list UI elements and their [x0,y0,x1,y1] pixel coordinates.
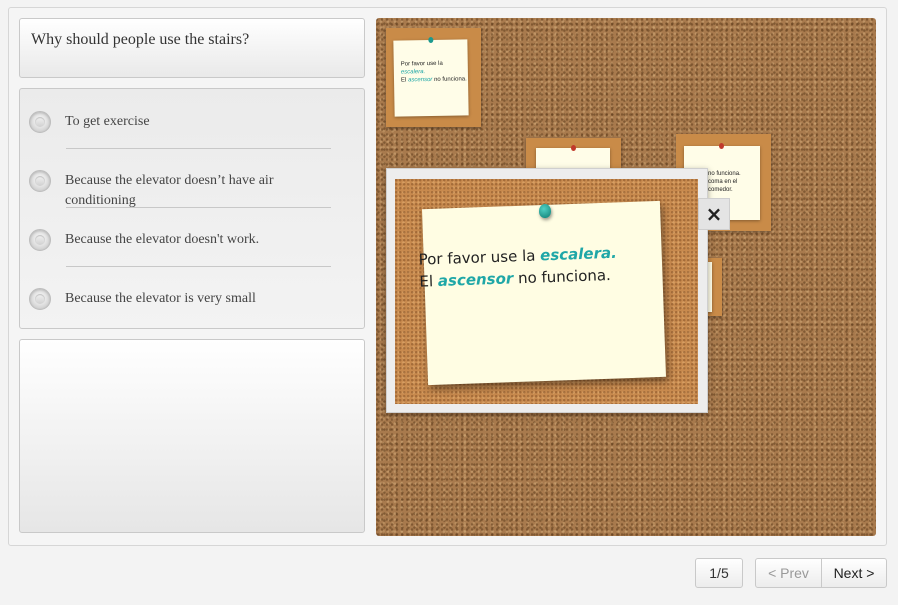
answer-option-3[interactable]: Because the elevator doesn't work. [20,216,366,266]
sticky-note-text: Por favor use la escalera. El ascensor n… [418,243,618,291]
prev-button[interactable]: < Prev [755,558,822,588]
answer-option-4[interactable]: Because the elevator is very small [20,275,366,325]
radio-button[interactable] [29,229,51,251]
answer-label: To get exercise [65,114,150,129]
divider [66,148,331,149]
sticky-note [422,200,666,386]
thumbnail-note-text: no funciona. coma en el comedor. [708,171,741,193]
pin-icon [719,143,724,149]
pushpin-icon [539,204,551,218]
close-icon[interactable]: × [698,198,730,230]
feedback-panel [19,339,365,533]
pin-icon [571,145,576,151]
answer-label: Because the elevator doesn't work. [65,232,260,247]
answer-label: Because the elevator doesn’t have air co… [65,173,274,208]
answer-label: Because the elevator is very small [65,291,256,306]
thumbnail-note: Por favor use la escalera. El ascensor n… [393,36,469,117]
radio-button[interactable] [29,170,51,192]
next-button[interactable]: Next > [821,558,887,588]
answer-option-2[interactable]: Because the elevator doesn’t have air co… [20,157,366,208]
zoomed-note-image: Por favor use la escalera. El ascensor n… [395,179,698,404]
question-panel: Why should people use the stairs? [19,18,365,78]
answers-panel: To get exercise Because the elevator doe… [19,88,365,329]
note-thumbnail-1[interactable]: Por favor use la escalera. El ascensor n… [386,28,481,127]
page-indicator: 1/5 [695,558,743,588]
divider [66,207,331,208]
question-text: Why should people use the stairs? [31,31,250,48]
zoom-popup: Por favor use la escalera. El ascensor n… [386,168,708,413]
answer-option-1[interactable]: To get exercise [20,98,366,148]
radio-button[interactable] [29,111,51,133]
divider [66,266,331,267]
pin-icon [428,36,434,44]
radio-button[interactable] [29,288,51,310]
thumbnail-note-text: Por favor use la escalera. El ascensor n… [400,60,467,84]
